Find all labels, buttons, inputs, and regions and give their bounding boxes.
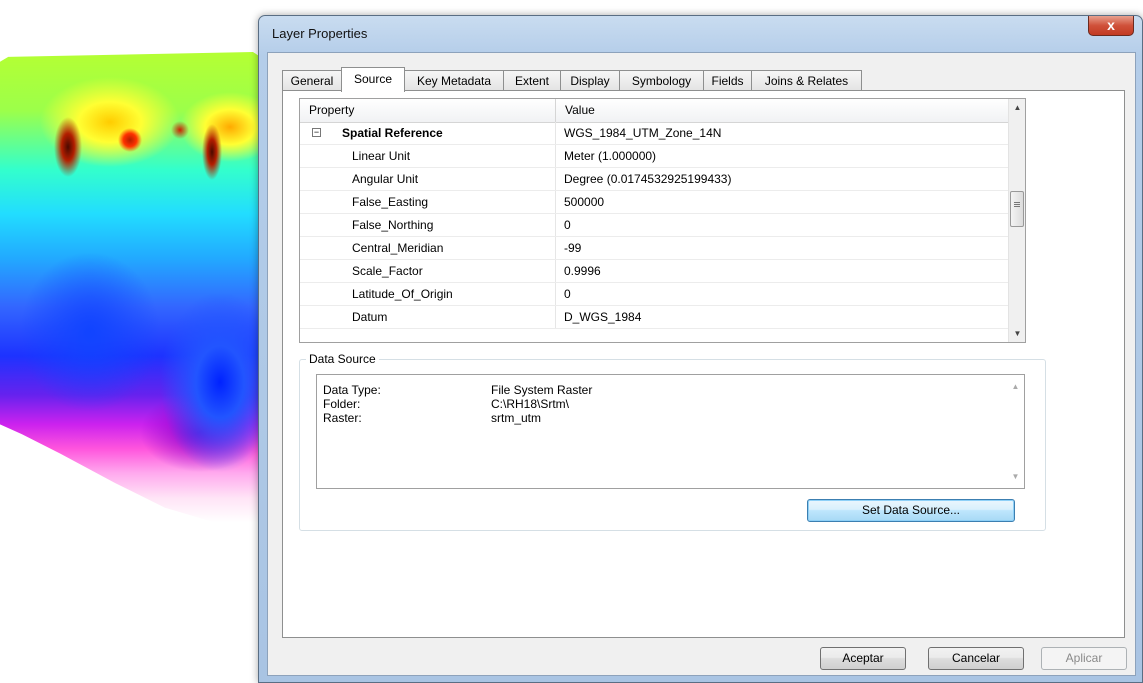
grid-row[interactable]: Datum D_WGS_1984 (300, 306, 1009, 329)
property-value: Degree (0.0174532925199433) (564, 172, 732, 186)
grid-row[interactable]: Linear Unit Meter (1.000000) (300, 145, 1009, 168)
property-value: 0 (564, 218, 571, 232)
close-icon: x (1107, 17, 1115, 33)
dialog-title: Layer Properties (272, 26, 368, 41)
group-name: Spatial Reference (300, 122, 556, 144)
source-tab-panel: Property Value − Spatial Reference WGS_1… (282, 90, 1125, 638)
data-source-label: Data Source (306, 352, 379, 366)
group-value: WGS_1984_UTM_Zone_14N (564, 126, 722, 140)
column-header-value[interactable]: Value (556, 99, 1009, 122)
property-name: Datum (300, 306, 556, 328)
grid-row[interactable]: Scale_Factor 0.9996 (300, 260, 1009, 283)
set-data-source-button[interactable]: Set Data Source... (807, 499, 1015, 522)
property-name: Angular Unit (300, 168, 556, 190)
elevation-raster-image (0, 52, 275, 542)
scroll-down-icon[interactable]: ▼ (1007, 468, 1024, 485)
data-source-key: Folder: (323, 397, 361, 411)
property-name: False_Easting (300, 191, 556, 213)
tab-source[interactable]: Source (341, 67, 405, 92)
layer-properties-dialog: Layer Properties x General Source Key Me… (258, 15, 1143, 683)
grid-row[interactable]: Latitude_Of_Origin 0 (300, 283, 1009, 306)
property-value: 500000 (564, 195, 605, 209)
tab-extent[interactable]: Extent (503, 70, 561, 91)
data-source-value: File System Raster (491, 383, 593, 397)
property-name: False_Northing (300, 214, 556, 236)
property-name: Central_Meridian (300, 237, 556, 259)
grid-row[interactable]: Central_Meridian -99 (300, 237, 1009, 260)
property-value: 0 (564, 287, 571, 301)
column-header-property[interactable]: Property (300, 99, 556, 122)
dialog-client-area: General Source Key Metadata Extent Displ… (267, 52, 1136, 676)
property-value: -99 (564, 241, 582, 255)
property-name: Linear Unit (300, 145, 556, 167)
data-source-group: Data Source Data Type: File System Raste… (299, 352, 1046, 531)
apply-button[interactable]: Aplicar (1041, 647, 1127, 670)
property-name: Latitude_Of_Origin (300, 283, 556, 305)
data-source-key: Data Type: (323, 383, 381, 397)
grid-scrollbar[interactable]: ▲ ▼ (1008, 99, 1025, 342)
scroll-thumb[interactable] (1010, 191, 1024, 227)
data-source-value: srtm_utm (491, 411, 542, 425)
data-source-info-box[interactable]: Data Type: File System Raster Folder: C:… (316, 374, 1025, 489)
tab-joins-relates[interactable]: Joins & Relates (751, 70, 862, 91)
tab-fields[interactable]: Fields (703, 70, 752, 91)
property-value: D_WGS_1984 (564, 310, 642, 324)
property-value: 0.9996 (564, 264, 601, 278)
scroll-up-icon[interactable]: ▲ (1009, 99, 1025, 116)
tab-symbology[interactable]: Symbology (619, 70, 704, 91)
spatial-reference-grid[interactable]: Property Value − Spatial Reference WGS_1… (299, 98, 1026, 343)
tab-display[interactable]: Display (560, 70, 620, 91)
property-name: Scale_Factor (300, 260, 556, 282)
grid-header: Property Value (300, 99, 1009, 123)
cancel-button[interactable]: Cancelar (928, 647, 1024, 670)
grid-row[interactable]: False_Northing 0 (300, 214, 1009, 237)
grid-row[interactable]: False_Easting 500000 (300, 191, 1009, 214)
data-source-scrollbar[interactable]: ▲ ▼ (1007, 375, 1024, 488)
data-source-key: Raster: (323, 411, 362, 425)
grid-row[interactable]: Angular Unit Degree (0.0174532925199433) (300, 168, 1009, 191)
scroll-up-icon[interactable]: ▲ (1007, 378, 1024, 395)
data-source-value: C:\RH18\Srtm\ (491, 397, 570, 411)
ok-button[interactable]: Aceptar (820, 647, 906, 670)
scroll-down-icon[interactable]: ▼ (1009, 325, 1025, 342)
tab-key-metadata[interactable]: Key Metadata (404, 70, 504, 91)
grid-group-row[interactable]: − Spatial Reference WGS_1984_UTM_Zone_14… (300, 122, 1009, 145)
title-bar[interactable]: Layer Properties x (259, 16, 1142, 52)
property-value: Meter (1.000000) (564, 149, 657, 163)
tab-general[interactable]: General (282, 70, 342, 91)
close-button[interactable]: x (1088, 16, 1134, 36)
